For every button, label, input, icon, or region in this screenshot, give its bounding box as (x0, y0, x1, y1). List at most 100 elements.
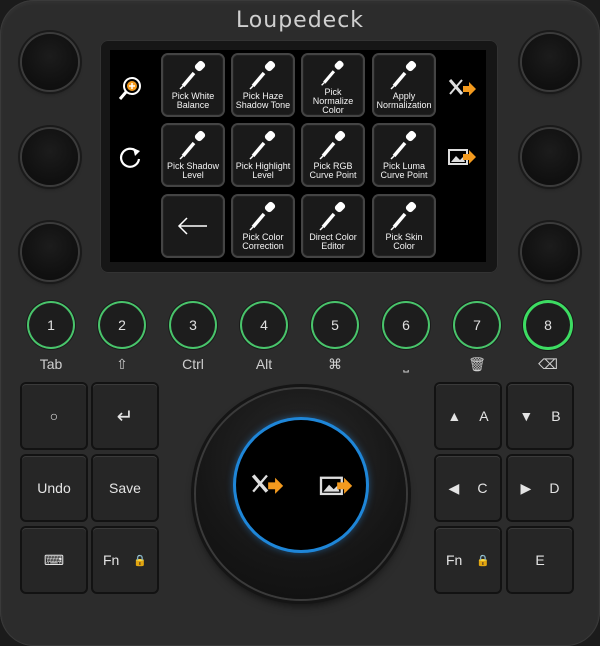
knob-right-top[interactable] (522, 34, 578, 90)
tile-label: Pick Color Correction (234, 233, 292, 251)
tile-12[interactable]: Pick Skin Color (374, 196, 434, 256)
eyedropper-icon (321, 60, 344, 86)
eyedropper-icon (249, 201, 276, 231)
number-button-label-8: ⌫ (538, 356, 558, 372)
key-b[interactable]: ▼ B (508, 384, 572, 448)
tile-label-line2: Correction (242, 241, 284, 251)
tile-label-line2: Color (322, 105, 344, 115)
eyedropper-icon (179, 60, 206, 90)
tile-label-line2: Level (252, 170, 274, 180)
up-arrow-icon: ▲ (447, 408, 462, 424)
wheel-screen[interactable] (236, 420, 366, 550)
number-button-4[interactable]: 4 (242, 303, 286, 347)
tile-label: Pick Luma Curve Point (375, 162, 433, 180)
tile-6[interactable]: Pick Highlight Level (233, 125, 293, 185)
lock-icon: 🔒 (476, 554, 491, 567)
knob-left-bottom[interactable] (22, 224, 78, 280)
key-c-label: C (477, 480, 488, 496)
tile-label: Pick RGB Curve Point (304, 162, 362, 180)
tile-label-line2: Color (393, 241, 415, 251)
tile-label-line2: Balance (176, 100, 210, 110)
tile-4[interactable]: Apply Normalization (374, 55, 434, 115)
key-save-label: Save (109, 480, 141, 496)
eyedropper-icon (390, 201, 417, 231)
key-keyboard[interactable]: ⌨ (22, 528, 86, 592)
knob-left-middle[interactable] (22, 129, 78, 185)
image-arrow-icon[interactable] (446, 142, 478, 174)
eyedropper-icon (390, 130, 417, 160)
tile-label-line2: Curve Point (380, 170, 428, 180)
tile-9[interactable] (163, 196, 223, 256)
key-b-label: B (551, 408, 561, 424)
number-button-label-4: Alt (255, 356, 273, 372)
right-arrow-icon: ▶ (520, 479, 532, 496)
number-button-label-7: 🗑 (468, 356, 486, 372)
key-a[interactable]: ▲ A (436, 384, 500, 448)
tile-11[interactable]: Direct Color Editor (303, 196, 363, 256)
key-undo-label: Undo (37, 480, 71, 496)
tile-label (164, 247, 222, 256)
knob-left-top[interactable] (22, 34, 78, 90)
key-fn-right[interactable]: Fn 🔒 (436, 528, 500, 592)
zoom-in-icon[interactable] (114, 72, 146, 104)
eyedropper-icon (390, 60, 417, 90)
eyedropper-icon (249, 130, 276, 160)
tools-arrow-icon (251, 474, 284, 494)
tile-label: Direct Color Editor (304, 233, 362, 251)
tile-3[interactable]: Pick Normalize Color (303, 55, 363, 115)
tile-label: Pick Skin Color (375, 233, 433, 251)
tile-label: Pick White Balance (164, 92, 222, 110)
knob-right-bottom[interactable] (522, 224, 578, 280)
key-undo[interactable]: Undo (22, 456, 86, 520)
key-enter[interactable]: ↵ (93, 384, 157, 448)
number-button-7[interactable]: 7 (455, 303, 499, 347)
tile-label-line2: Level (182, 170, 204, 180)
enter-icon: ↵ (116, 405, 134, 428)
key-circle[interactable]: ○ (22, 384, 86, 448)
number-button-8[interactable]: 8 (526, 303, 570, 347)
number-button-1[interactable]: 1 (29, 303, 73, 347)
tile-1[interactable]: Pick White Balance (163, 55, 223, 115)
number-button-label-6: ⎵ (403, 356, 409, 372)
tile-label-line1: Pick Normalize (312, 87, 354, 106)
number-button-label-3: Ctrl (182, 356, 204, 372)
tile-2[interactable]: Pick Haze Shadow Tone (233, 55, 293, 115)
back-arrow-icon (177, 217, 207, 235)
tile-label: Apply Normalization (375, 92, 433, 110)
tile-5[interactable]: Pick Shadow Level (163, 125, 223, 185)
lock-icon: 🔒 (133, 554, 148, 567)
loupedeck-device: Loupedeck ○ ↵ Undo Save ⌨ Fn 🔒 ▲ A ▼ B ◀ C ▶… (0, 0, 600, 646)
tile-10[interactable]: Pick Color Correction (233, 196, 293, 256)
number-button-5[interactable]: 5 (313, 303, 357, 347)
key-fn-left[interactable]: Fn 🔒 (93, 528, 157, 592)
eyedropper-icon (319, 130, 346, 160)
key-d[interactable]: ▶ D (508, 456, 572, 520)
key-e-label: E (535, 552, 545, 568)
number-button-6[interactable]: 6 (384, 303, 428, 347)
knob-right-middle[interactable] (522, 129, 578, 185)
tile-label: Pick Haze Shadow Tone (234, 92, 292, 110)
eyedropper-icon (319, 201, 346, 231)
key-fn-right-label: Fn (445, 552, 463, 568)
key-circle-glyph: ○ (49, 408, 59, 424)
tile-label-line2: Shadow Tone (235, 100, 291, 110)
tile-label-line2: Editor (321, 241, 345, 251)
left-arrow-icon: ◀ (448, 479, 460, 496)
tile-label-line2: Normalization (376, 100, 432, 110)
rotate-icon[interactable] (114, 142, 146, 174)
number-button-label-1: Tab (39, 356, 63, 372)
tools-arrow-icon[interactable] (446, 74, 478, 106)
keyboard-icon: ⌨ (43, 551, 65, 568)
down-arrow-icon: ▼ (519, 408, 534, 424)
number-button-2[interactable]: 2 (100, 303, 144, 347)
key-save[interactable]: Save (93, 456, 157, 520)
eyedropper-icon (249, 60, 276, 90)
tile-8[interactable]: Pick Luma Curve Point (374, 125, 434, 185)
tile-label: Pick Normalize Color (304, 88, 362, 115)
number-button-3[interactable]: 3 (171, 303, 215, 347)
tile-7[interactable]: Pick RGB Curve Point (303, 125, 363, 185)
key-c[interactable]: ◀ C (436, 456, 500, 520)
eyedropper-icon (179, 130, 206, 160)
number-button-label-2: ⇧ (116, 356, 128, 372)
key-e[interactable]: E (508, 528, 572, 592)
